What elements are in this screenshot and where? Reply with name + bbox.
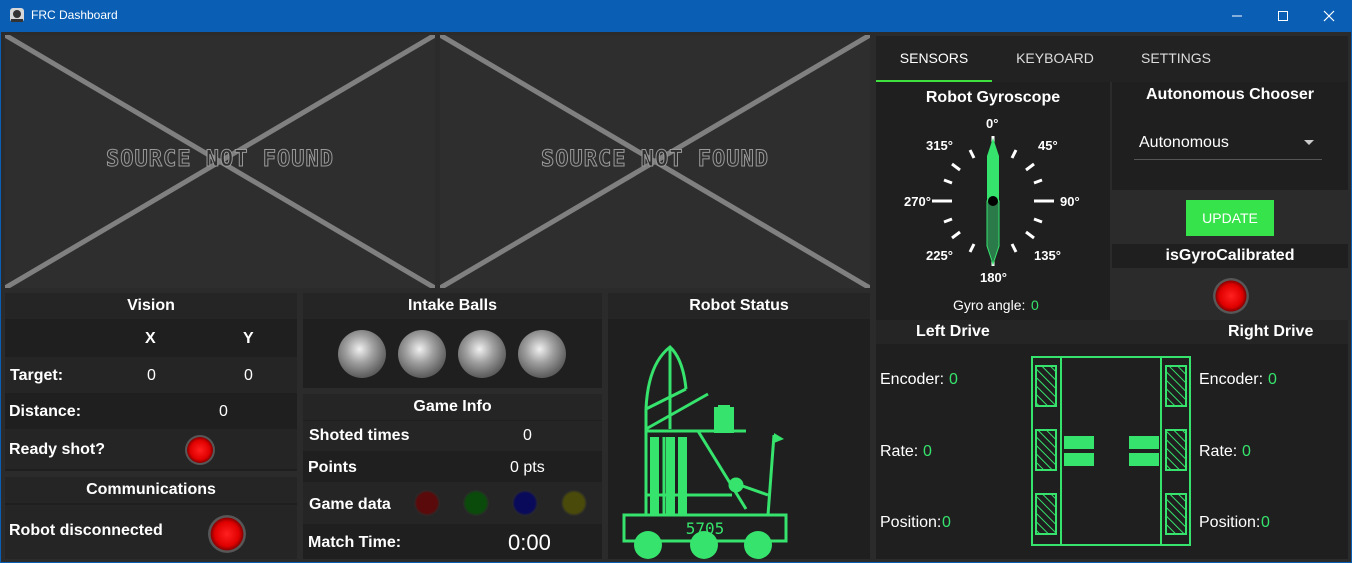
- tab-bar: SENSORS KEYBOARD SETTINGS: [876, 36, 1348, 82]
- target-label: Target:: [10, 367, 64, 384]
- game-info-panel: Game Info Shoted times 0 Points 0 pts Ga…: [303, 394, 602, 559]
- close-button[interactable]: [1306, 0, 1352, 31]
- gyro-label-90: 90°: [1060, 194, 1080, 209]
- robot-connection-status: Robot disconnected: [9, 522, 163, 539]
- left-rate-value: 0: [923, 443, 932, 460]
- game-data-green-indicator: [463, 490, 489, 516]
- vision-title: Vision: [5, 293, 297, 319]
- intake-title: Intake Balls: [303, 293, 602, 319]
- communications-title: Communications: [5, 477, 297, 503]
- target-x-value: 0: [147, 367, 156, 384]
- gyro-calibrated-panel: isGyroCalibrated: [1112, 244, 1348, 268]
- robot-diagram-icon: 5705: [622, 345, 788, 559]
- gyro-label-270: 270°: [904, 194, 931, 209]
- autonomous-title: Autonomous Chooser: [1146, 86, 1314, 103]
- right-encoder-value: 0: [1268, 371, 1277, 388]
- points-label: Points: [308, 459, 357, 476]
- connection-indicator: [208, 515, 246, 553]
- left-position-value: 0: [942, 514, 951, 531]
- gyro-label-135: 135°: [1034, 248, 1061, 263]
- gyro-angle-label: Gyro angle:: [953, 297, 1026, 313]
- intake-ball: [518, 330, 566, 378]
- right-position-label: Position:: [1199, 514, 1261, 531]
- gyro-label-225: 225°: [926, 248, 953, 263]
- source-not-found-text: SOURCE NOT FOUND: [106, 147, 334, 173]
- tab-sensors[interactable]: SENSORS: [876, 36, 992, 82]
- right-position-value: 0: [1261, 514, 1270, 531]
- gyro-calibrated-title: isGyroCalibrated: [1165, 247, 1295, 264]
- gyro-calibrated-indicator: [1213, 278, 1249, 314]
- match-time-label: Match Time:: [308, 534, 402, 551]
- autonomous-select[interactable]: Autonomous: [1134, 127, 1322, 160]
- gyro-label-180: 180°: [980, 270, 1007, 285]
- game-data-red-indicator: [414, 490, 440, 516]
- drivetrain-diagram-icon: [1031, 356, 1191, 546]
- gyroscope-panel: Robot Gyroscope 0° 45° 90° 135° 180° 225…: [876, 82, 1110, 320]
- vision-panel: Vision X Y Target: 0 0 Distance: 0 Ready…: [5, 293, 297, 471]
- left-encoder-label: Encoder:: [880, 371, 945, 388]
- intake-ball: [398, 330, 446, 378]
- window-title: FRC Dashboard: [31, 8, 118, 22]
- app-icon: [10, 8, 24, 22]
- left-rate-label: Rate:: [880, 443, 919, 460]
- left-position-label: Position:: [880, 514, 942, 531]
- source-not-found-text: SOURCE NOT FOUND: [541, 147, 769, 173]
- game-data-label: Game data: [309, 496, 391, 513]
- game-info-title: Game Info: [303, 394, 602, 420]
- game-data-yellow-indicator: [561, 490, 587, 516]
- autonomous-selected: Autonomous: [1139, 134, 1229, 151]
- robot-status-title: Robot Status: [608, 293, 870, 319]
- maximize-button[interactable]: [1260, 0, 1306, 31]
- distance-value: 0: [219, 403, 228, 420]
- intake-balls-panel: Intake Balls: [303, 293, 602, 388]
- ready-shot-label: Ready shot?: [9, 441, 106, 458]
- drive-panel: Left Drive Right Drive Encoder: 0 Rate: …: [876, 320, 1348, 559]
- gyro-title: Robot Gyroscope: [925, 89, 1061, 106]
- communications-panel: Communications Robot disconnected: [5, 477, 297, 559]
- points-value: 0 pts: [510, 459, 545, 476]
- title-bar: FRC Dashboard: [0, 0, 1352, 31]
- minimize-icon: [1232, 15, 1242, 16]
- match-time-value: 0:00: [508, 530, 551, 555]
- chevron-down-icon: [1304, 140, 1314, 145]
- tab-keyboard[interactable]: KEYBOARD: [992, 36, 1118, 82]
- close-icon: [1323, 10, 1335, 21]
- robot-status-panel: Robot Status 5705: [608, 293, 870, 559]
- vision-col-y: Y: [243, 330, 254, 347]
- distance-label: Distance:: [9, 403, 82, 420]
- right-rate-value: 0: [1242, 443, 1251, 460]
- left-encoder-value: 0: [949, 371, 958, 388]
- maximize-icon: [1278, 10, 1288, 21]
- vision-col-x: X: [145, 330, 156, 347]
- intake-ball: [338, 330, 386, 378]
- gyro-label-0: 0°: [986, 116, 999, 131]
- left-drive-title: Left Drive: [916, 323, 990, 340]
- ready-shot-indicator: [185, 435, 215, 465]
- right-drive-title: Right Drive: [1228, 323, 1314, 340]
- tab-settings[interactable]: SETTINGS: [1118, 36, 1234, 82]
- minimize-button[interactable]: [1214, 0, 1260, 31]
- team-number: 5705: [686, 519, 725, 538]
- shoted-times-label: Shoted times: [309, 427, 410, 444]
- update-button[interactable]: UPDATE: [1186, 200, 1274, 236]
- camera-feed-1: SOURCE NOT FOUND: [5, 35, 435, 288]
- gyro-label-315: 315°: [926, 138, 953, 153]
- gyro-label-45: 45°: [1038, 138, 1058, 153]
- game-data-blue-indicator: [512, 490, 538, 516]
- gyro-angle-value: 0: [1031, 297, 1039, 313]
- shoted-times-value: 0: [523, 427, 532, 444]
- right-encoder-label: Encoder:: [1199, 371, 1264, 388]
- right-rate-label: Rate:: [1199, 443, 1238, 460]
- camera-feed-2: SOURCE NOT FOUND: [440, 35, 870, 288]
- target-y-value: 0: [244, 367, 253, 384]
- intake-ball: [458, 330, 506, 378]
